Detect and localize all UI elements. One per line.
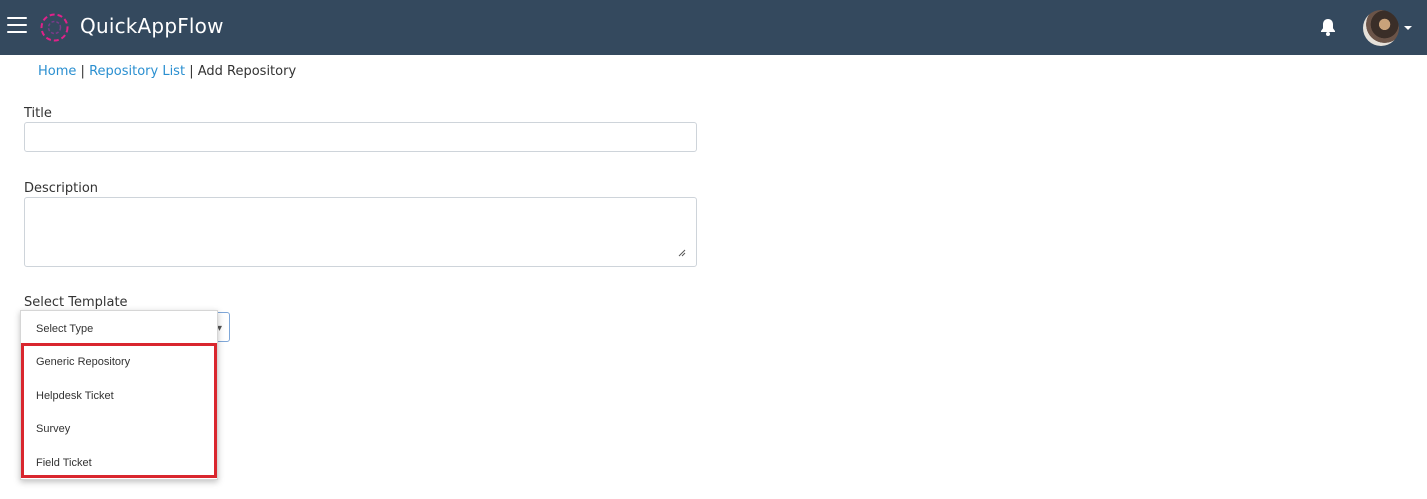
highlight-box — [21, 343, 217, 478]
description-label: Description — [24, 181, 99, 196]
app-title[interactable]: QuickAppFlow — [80, 14, 224, 38]
breadcrumb-current: Add Repository — [197, 64, 297, 79]
chevron-down-icon[interactable] — [1404, 26, 1412, 30]
resize-handle-icon[interactable] — [678, 249, 686, 257]
breadcrumb-home-link[interactable]: Home — [38, 64, 76, 79]
hamburger-menu-icon[interactable] — [7, 17, 27, 35]
title-label: Title — [24, 106, 52, 121]
breadcrumb: Home | Repository List | Add Repository — [38, 64, 296, 79]
breadcrumb-separator: | — [80, 64, 85, 79]
dropdown-option-select-type[interactable]: Select Type — [36, 323, 93, 335]
breadcrumb-repository-list-link[interactable]: Repository List — [89, 64, 185, 79]
bell-icon[interactable] — [1318, 17, 1338, 37]
title-input[interactable] — [24, 122, 697, 152]
description-textarea[interactable] — [24, 197, 697, 267]
user-avatar[interactable] — [1363, 10, 1399, 46]
app-logo-icon[interactable] — [39, 12, 70, 43]
select-template-label: Select Template — [24, 295, 128, 310]
top-navbar: QuickAppFlow — [0, 0, 1427, 55]
breadcrumb-separator: | — [189, 64, 194, 79]
